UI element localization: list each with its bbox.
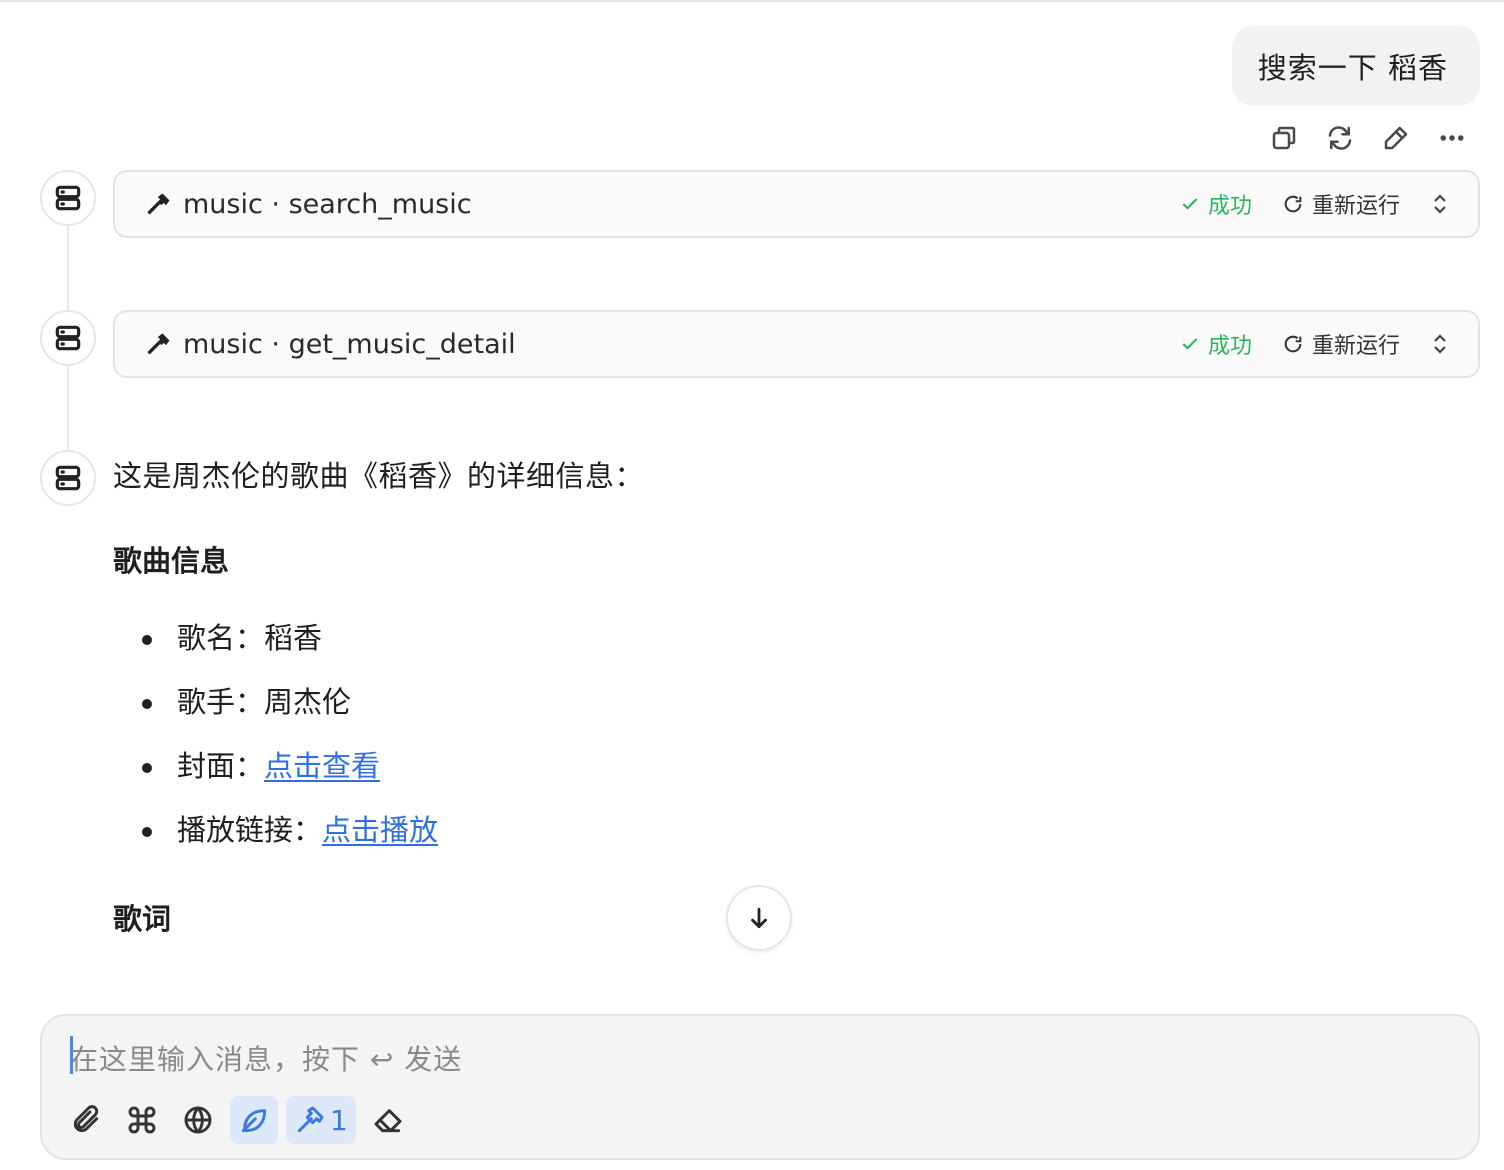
assistant-avatar <box>40 450 96 506</box>
status-badge: 成功 <box>1180 188 1252 220</box>
more-icon <box>1440 135 1464 141</box>
command-icon <box>128 1106 156 1134</box>
shortcut-button[interactable] <box>118 1096 166 1144</box>
expand-toggle[interactable] <box>1430 332 1450 356</box>
server-icon <box>55 465 81 491</box>
text-caret <box>70 1036 73 1074</box>
tool-name: music · search_music <box>183 188 472 220</box>
rerun-button[interactable]: 重新运行 <box>1282 328 1400 360</box>
check-icon <box>1182 198 1198 210</box>
eraser-icon <box>374 1109 402 1133</box>
assistant-avatar <box>40 310 96 366</box>
copy-icon <box>1272 126 1296 150</box>
leaf-mode-button[interactable] <box>230 1096 278 1144</box>
song-info-list: 歌名：稻香 歌手：周杰伦 封面：点击查看 播放链接：点击播放 <box>113 618 1313 874</box>
scroll-to-bottom-button[interactable] <box>726 885 792 951</box>
play-link[interactable]: 点击播放 <box>322 813 438 847</box>
tool-call-card[interactable]: music · search_music 成功 重新运行 <box>113 170 1480 238</box>
web-search-button[interactable] <box>174 1096 222 1144</box>
leaf-icon <box>241 1109 267 1133</box>
tools-button[interactable]: 1 <box>286 1096 356 1144</box>
assistant-avatar <box>40 170 96 226</box>
tools-count: 1 <box>330 1103 348 1137</box>
copy-button[interactable] <box>1256 118 1312 158</box>
regenerate-icon <box>1328 126 1352 150</box>
status-badge: 成功 <box>1180 328 1252 360</box>
server-icon <box>55 325 81 351</box>
regenerate-button[interactable] <box>1312 118 1368 158</box>
cover-link[interactable]: 点击查看 <box>264 749 380 783</box>
composer-toolbar: 1 <box>62 1096 412 1144</box>
assistant-answer: 这是周杰伦的歌曲《稻香》的详细信息： 歌曲信息 歌名：稻香 歌手：周杰伦 封面：… <box>113 452 1313 940</box>
edit-button[interactable] <box>1368 118 1424 158</box>
section-heading: 歌曲信息 <box>113 544 230 578</box>
globe-icon <box>184 1106 212 1134</box>
check-icon <box>1182 338 1198 350</box>
arrow-down-icon <box>751 907 767 929</box>
lyrics-heading: 歌词 <box>113 902 172 936</box>
list-item: 播放链接：点击播放 <box>113 810 1313 874</box>
hammer-icon <box>145 190 173 218</box>
more-button[interactable] <box>1424 118 1480 158</box>
message-actions <box>1256 118 1480 158</box>
top-divider <box>0 0 1504 2</box>
chevron-up-down-icon <box>1434 334 1446 354</box>
answer-intro: 这是周杰伦的歌曲《稻香》的详细信息： <box>113 459 645 493</box>
attach-button[interactable] <box>62 1096 110 1144</box>
hammer-icon <box>297 1106 324 1133</box>
list-item: 歌手：周杰伦 <box>113 682 1313 746</box>
clear-button[interactable] <box>364 1096 412 1144</box>
list-item: 封面：点击查看 <box>113 746 1313 810</box>
expand-toggle[interactable] <box>1430 192 1450 216</box>
tool-call-card[interactable]: music · get_music_detail 成功 重新运行 <box>113 310 1480 378</box>
tool-name: music · get_music_detail <box>183 328 516 360</box>
paperclip-icon <box>73 1105 99 1133</box>
hammer-icon <box>145 330 173 358</box>
refresh-icon <box>1284 335 1302 353</box>
rerun-button[interactable]: 重新运行 <box>1282 188 1400 220</box>
message-composer: 1 <box>40 1014 1480 1160</box>
message-input[interactable] <box>70 1038 1450 1084</box>
user-message-bubble: 搜索一下 稻香 <box>1231 26 1480 106</box>
edit-icon <box>1384 126 1408 150</box>
user-message-text: 搜索一下 稻香 <box>1257 51 1448 85</box>
list-item: 歌名：稻香 <box>113 618 1313 682</box>
chevron-up-down-icon <box>1434 194 1446 214</box>
server-icon <box>55 185 81 211</box>
refresh-icon <box>1284 195 1302 213</box>
